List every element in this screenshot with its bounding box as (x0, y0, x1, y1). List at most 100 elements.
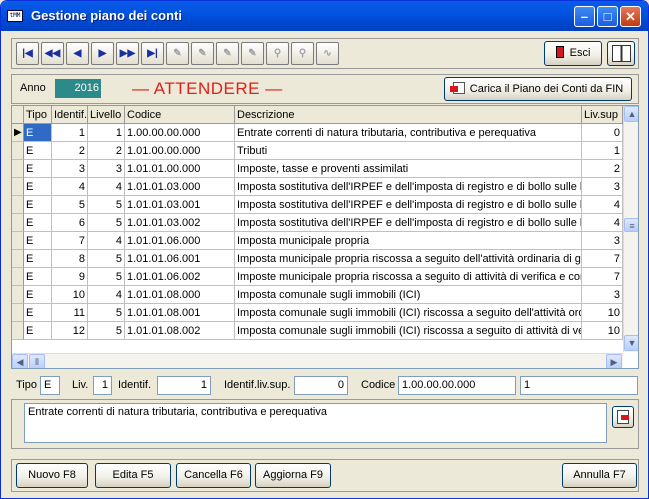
cell-tipo[interactable]: E (24, 124, 52, 142)
column-header-tipo[interactable]: Tipo (24, 106, 52, 124)
cell-tipo[interactable]: E (24, 268, 52, 286)
row-indicator[interactable] (12, 268, 24, 286)
cell-tipo[interactable]: E (24, 178, 52, 196)
cell-codice[interactable]: 1.01.01.03.000 (125, 178, 235, 196)
cell-identif[interactable]: 8 (52, 250, 88, 268)
cell-descrizione[interactable]: Imposta sostitutiva dell'IRPEF e dell'im… (235, 178, 582, 196)
delete-record-button[interactable]: ✎ (191, 42, 214, 65)
cell-descrizione[interactable]: Imposta sostitutiva dell'IRPEF e dell'im… (235, 196, 582, 214)
cell-livello[interactable]: 5 (88, 268, 125, 286)
cell-codice[interactable]: 1.01.01.08.000 (125, 286, 235, 304)
horizontal-scroll-thumb[interactable]: ⦀ (29, 354, 45, 368)
title-bar[interactable]: tMM Gestione piano dei conti – □ ✕ (1, 1, 648, 31)
cell-livello[interactable]: 3 (88, 160, 125, 178)
cell-livello[interactable]: 5 (88, 304, 125, 322)
cell-livello[interactable]: 5 (88, 322, 125, 340)
cell-tipo[interactable]: E (24, 214, 52, 232)
cell-identif[interactable]: 7 (52, 232, 88, 250)
memo-edit-button[interactable] (612, 406, 634, 428)
cell-livello[interactable]: 4 (88, 286, 125, 304)
cell-livsup[interactable]: 10 (582, 304, 623, 322)
row-indicator[interactable] (12, 250, 24, 268)
next-page-button[interactable]: ▶▶ (116, 42, 139, 65)
cell-livsup[interactable]: 1 (582, 142, 623, 160)
cell-identif[interactable]: 4 (52, 178, 88, 196)
close-button[interactable]: ✕ (620, 6, 641, 27)
cell-livsup[interactable]: 7 (582, 250, 623, 268)
cell-livello[interactable]: 5 (88, 196, 125, 214)
horizontal-scrollbar[interactable]: ◀ ⦀ ▶ (12, 353, 623, 368)
row-indicator[interactable]: ▶ (12, 124, 24, 142)
cell-livsup[interactable]: 2 (582, 160, 623, 178)
cell-identif[interactable]: 5 (52, 196, 88, 214)
cell-tipo[interactable]: E (24, 250, 52, 268)
column-header-codice[interactable]: Codice (125, 106, 235, 124)
scroll-left-icon[interactable]: ◀ (12, 354, 28, 368)
row-indicator[interactable] (12, 304, 24, 322)
codice-field[interactable]: 1.00.00.00.000 (398, 376, 516, 395)
cell-livello[interactable]: 1 (88, 124, 125, 142)
cell-codice[interactable]: 1.01.01.03.001 (125, 196, 235, 214)
cell-livsup[interactable]: 7 (582, 268, 623, 286)
load-from-fin-button[interactable]: Carica il Piano dei Conti da FIN (444, 77, 632, 101)
cell-livsup[interactable]: 3 (582, 232, 623, 250)
prev-record-button[interactable]: ◀ (66, 42, 89, 65)
cell-codice[interactable]: 1.01.01.06.000 (125, 232, 235, 250)
column-header-livello[interactable]: Livello (88, 106, 125, 124)
cell-descrizione[interactable]: Imposta comunale sugli immobili (ICI) ri… (235, 304, 582, 322)
column-header-livsup[interactable]: Liv.sup (582, 106, 623, 124)
next-record-button[interactable]: ▶ (91, 42, 114, 65)
refresh-button[interactable]: ∿ (316, 42, 339, 65)
cell-descrizione[interactable]: Imposta comunale sugli immobili (ICI) ri… (235, 322, 582, 340)
cell-codice[interactable]: 1.01.00.00.000 (125, 142, 235, 160)
cell-descrizione[interactable]: Imposta municipale propria riscossa a se… (235, 250, 582, 268)
cell-tipo[interactable]: E (24, 142, 52, 160)
cell-identif[interactable]: 2 (52, 142, 88, 160)
cell-identif[interactable]: 1 (52, 124, 88, 142)
tipo-field[interactable]: E (40, 376, 60, 395)
vertical-scrollbar[interactable]: ▲ ≡ ▼ (623, 106, 638, 352)
cell-livello[interactable]: 4 (88, 178, 125, 196)
row-indicator[interactable] (12, 178, 24, 196)
scroll-up-icon[interactable]: ▲ (624, 106, 638, 122)
row-indicator[interactable] (12, 232, 24, 250)
cell-livello[interactable]: 2 (88, 142, 125, 160)
cell-identif[interactable]: 12 (52, 322, 88, 340)
cell-codice[interactable]: 1.00.00.00.000 (125, 124, 235, 142)
maximize-button[interactable]: □ (597, 6, 618, 27)
cell-codice[interactable]: 1.01.01.08.002 (125, 322, 235, 340)
cell-descrizione[interactable]: Entrate correnti di natura tributaria, c… (235, 124, 582, 142)
cell-descrizione[interactable]: Imposta comunale sugli immobili (ICI) (235, 286, 582, 304)
row-indicator[interactable] (12, 196, 24, 214)
cell-livsup[interactable]: 3 (582, 178, 623, 196)
cell-codice[interactable]: 1.01.01.06.001 (125, 250, 235, 268)
cell-codice[interactable]: 1.01.01.06.002 (125, 268, 235, 286)
cell-tipo[interactable]: E (24, 160, 52, 178)
scroll-down-icon[interactable]: ▼ (624, 335, 638, 351)
cell-tipo[interactable]: E (24, 286, 52, 304)
cell-codice[interactable]: 1.01.01.00.000 (125, 160, 235, 178)
first-record-button[interactable]: |◀ (16, 42, 39, 65)
cell-livsup[interactable]: 0 (582, 124, 623, 142)
edit-record-button[interactable]: ✎ (216, 42, 239, 65)
find-button[interactable]: ⚲ (266, 42, 289, 65)
vertical-scroll-thumb[interactable]: ≡ (624, 218, 638, 232)
cell-livello[interactable]: 4 (88, 232, 125, 250)
cell-descrizione[interactable]: Tributi (235, 142, 582, 160)
prev-page-button[interactable]: ◀◀ (41, 42, 64, 65)
exit-button[interactable]: Esci (544, 41, 602, 66)
row-indicator[interactable] (12, 214, 24, 232)
cancella-button[interactable]: Cancella F6 (176, 463, 251, 488)
liv-field[interactable]: 1 (93, 376, 112, 395)
anno-input[interactable]: 2016 (55, 79, 101, 98)
nuovo-button[interactable]: Nuovo F8 (16, 463, 88, 488)
find-next-button[interactable]: ⚲ (291, 42, 314, 65)
cell-livsup[interactable]: 4 (582, 214, 623, 232)
description-memo[interactable]: Entrate correnti di natura tributaria, c… (24, 403, 607, 443)
codice-extra-field[interactable]: 1 (520, 376, 638, 395)
cell-livsup[interactable]: 4 (582, 196, 623, 214)
cell-tipo[interactable]: E (24, 232, 52, 250)
scroll-right-icon[interactable]: ▶ (606, 354, 622, 368)
cell-identif[interactable]: 3 (52, 160, 88, 178)
aggiorna-button[interactable]: Aggiorna F9 (255, 463, 331, 488)
